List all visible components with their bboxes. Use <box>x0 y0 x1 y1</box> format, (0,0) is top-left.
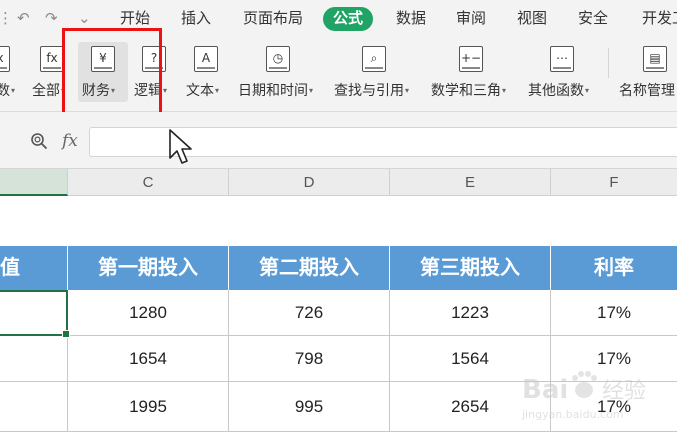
paw-icon <box>572 371 597 398</box>
table-cell[interactable]: 1223 <box>390 290 551 336</box>
redo-icon[interactable]: ↷ <box>45 10 58 28</box>
name-manager-button[interactable]: ▤ 名称管理 <box>617 42 677 102</box>
tab-page-layout[interactable]: 页面布局 <box>243 0 303 38</box>
datetime-book-icon: ◷ <box>266 46 290 72</box>
table-cell[interactable] <box>0 336 68 382</box>
datetime-functions-label: 日期和时间 <box>238 82 308 98</box>
column-headers: C D E F <box>0 168 677 196</box>
lookup-functions-label: 查找与引用 <box>334 82 404 98</box>
text-book-icon: A <box>194 46 218 72</box>
insert-function-button[interactable]: fx 数▾ <box>0 42 24 102</box>
tab-developer[interactable]: 开发工 <box>642 0 677 38</box>
column-header-e[interactable]: E <box>390 169 551 196</box>
undo-icon[interactable]: ↶ <box>17 10 30 28</box>
quick-access-more-icon[interactable]: ⋮ <box>0 10 13 28</box>
tab-review[interactable]: 审阅 <box>456 0 486 38</box>
table-cell[interactable]: 1654 <box>68 336 229 382</box>
mouse-pointer-icon <box>169 129 192 164</box>
all-functions-icon: fx <box>40 46 64 72</box>
lookup-book-icon: ⌕ <box>362 46 386 72</box>
insert-function-label: 数 <box>0 82 10 98</box>
table-cell[interactable]: 1995 <box>68 382 229 432</box>
active-cell-selection[interactable] <box>0 290 70 338</box>
header-cell-period3[interactable]: 第三期投入 <box>390 246 551 290</box>
tab-security[interactable]: 安全 <box>578 0 608 38</box>
name-manager-label: 名称管理 <box>619 82 675 98</box>
datetime-functions-button[interactable]: ◷ 日期和时间▾ <box>236 42 324 102</box>
header-cell-rate[interactable]: 利率 <box>551 246 677 290</box>
header-cell-period1[interactable]: 第一期投入 <box>68 246 229 290</box>
tab-data[interactable]: 数据 <box>396 0 426 38</box>
table-cell[interactable]: 1280 <box>68 290 229 336</box>
customize-quick-access-icon[interactable]: ⌄ <box>78 10 91 28</box>
header-cell-period2[interactable]: 第二期投入 <box>229 246 390 290</box>
column-header-b[interactable] <box>0 169 68 196</box>
column-header-d[interactable]: D <box>229 169 390 196</box>
column-header-f[interactable]: F <box>551 169 677 196</box>
tab-formulas[interactable]: 公式 <box>323 7 374 31</box>
other-functions-button[interactable]: ⋯ 其他函数▾ <box>526 42 602 102</box>
watermark-brand: Bai <box>522 375 568 405</box>
baidu-watermark: Bai 经验 jingyan.baidu.com <box>521 371 646 421</box>
zoom-icon[interactable] <box>30 132 48 150</box>
table-cell[interactable]: 726 <box>229 290 390 336</box>
table-cell[interactable]: 995 <box>229 382 390 432</box>
table-cell[interactable]: 798 <box>229 336 390 382</box>
name-manager-icon: ▤ <box>643 46 667 72</box>
math-functions-button[interactable]: +− 数学和三角▾ <box>429 42 517 102</box>
other-functions-book-icon: ⋯ <box>550 46 574 72</box>
table-cell[interactable] <box>0 382 68 432</box>
all-functions-label: 全部 <box>32 82 60 98</box>
math-book-icon: +− <box>459 46 483 72</box>
insert-function-icon: fx <box>0 46 10 72</box>
math-functions-label: 数学和三角 <box>431 82 501 98</box>
tab-insert[interactable]: 插入 <box>181 0 211 38</box>
insert-function-fx-icon[interactable]: fx <box>62 131 78 151</box>
text-functions-label: 文本 <box>186 82 214 98</box>
header-cell-value[interactable]: 值 <box>0 246 68 290</box>
other-functions-label: 其他函数 <box>528 82 584 98</box>
watermark-brand-jingyan: 经验 <box>602 379 646 404</box>
ribbon-separator <box>608 48 609 78</box>
watermark-url: jingyan.baidu.com <box>521 408 624 421</box>
text-functions-button[interactable]: A 文本▾ <box>184 42 232 102</box>
lookup-functions-button[interactable]: ⌕ 查找与引用▾ <box>332 42 420 102</box>
empty-row[interactable] <box>0 196 677 246</box>
tab-view[interactable]: 视图 <box>517 0 547 38</box>
table-cell[interactable]: 17% <box>551 290 677 336</box>
column-header-c[interactable]: C <box>68 169 229 196</box>
